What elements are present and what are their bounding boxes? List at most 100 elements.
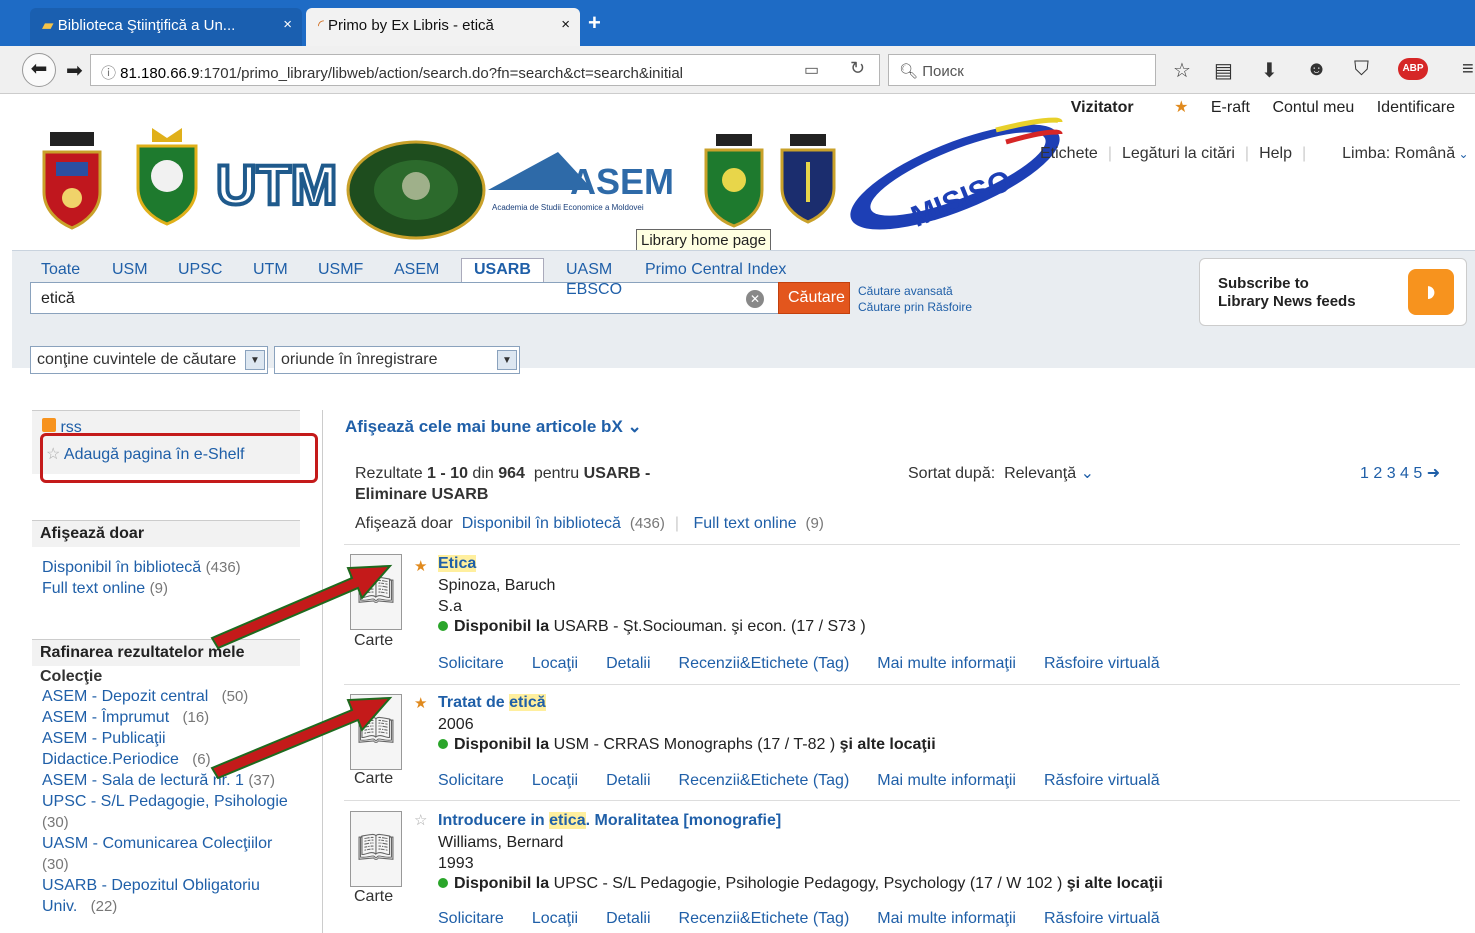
pocket-icon[interactable]: ⛉: [1354, 58, 1369, 81]
facet-item[interactable]: USARB - Depozitul Obligatoriu Univ. (22): [32, 875, 300, 917]
tab-request[interactable]: Solicitare: [438, 910, 504, 927]
chat-icon[interactable]: ☻: [1306, 58, 1327, 81]
result-title[interactable]: Tratat de etică: [438, 694, 546, 712]
help-link[interactable]: Help: [1259, 145, 1292, 162]
tab-reviews[interactable]: Recenzii&Etichete (Tag): [679, 910, 850, 927]
utm-logo[interactable]: UTM: [214, 150, 340, 218]
star-icon[interactable]: ★: [414, 694, 427, 712]
tab-details[interactable]: Detalii: [606, 910, 650, 927]
tab-upsc[interactable]: UPSC: [178, 261, 222, 279]
tab-reviews[interactable]: Recenzii&Etichete (Tag): [679, 772, 850, 789]
bookmark-star-icon[interactable]: ☆: [1173, 58, 1191, 83]
tab-locations[interactable]: Locaţii: [532, 910, 578, 927]
tab-virtual-browse[interactable]: Răsfoire virtuală: [1044, 655, 1160, 672]
new-tab-button[interactable]: +: [588, 10, 601, 36]
tab-locations[interactable]: Locaţii: [532, 772, 578, 789]
sign-in-link[interactable]: Identificare: [1377, 99, 1455, 116]
citations-link[interactable]: Legături la citări: [1122, 145, 1235, 162]
tab-virtual-browse[interactable]: Răsfoire virtuală: [1044, 910, 1160, 927]
tab-close-icon[interactable]: ×: [283, 16, 292, 33]
availability[interactable]: Disponibil la UPSC - S/L Pedagogie, Psih…: [438, 875, 1163, 893]
result-type: Carte: [354, 888, 394, 905]
tab-locations[interactable]: Locaţii: [532, 655, 578, 672]
tab-usm[interactable]: USM: [112, 261, 148, 279]
tab-utm[interactable]: UTM: [253, 261, 288, 279]
usarb-logo[interactable]: [346, 140, 486, 240]
star-icon[interactable]: ★: [414, 557, 427, 575]
search-mode-select[interactable]: conţine cuvintele de căutare ▼: [30, 346, 268, 374]
misiso-logo[interactable]: MISISO: [846, 112, 1064, 242]
library-news-feed[interactable]: Subscribe to Library News feeds ◗: [1199, 258, 1467, 326]
facet-item[interactable]: UASM - Comunicarea Colecţiilor (30): [32, 833, 300, 875]
availability[interactable]: Disponibil la USM - CRRAS Monographs (17…: [438, 736, 936, 754]
tab-usmf[interactable]: USMF: [318, 261, 363, 279]
tab-request[interactable]: Solicitare: [438, 772, 504, 789]
back-button[interactable]: ⬅: [22, 53, 56, 87]
remove-scope-link[interactable]: Eliminare USARB: [355, 484, 650, 505]
usm-crest-logo[interactable]: [36, 130, 108, 230]
result-title[interactable]: Introducere in etica. Moralitatea [monog…: [438, 812, 781, 830]
rss-icon: ◗: [1408, 269, 1454, 315]
facet-item[interactable]: UPSC - S/L Pedagogie, Psihologie (30): [32, 791, 300, 833]
tags-link[interactable]: Etichete: [1040, 145, 1098, 162]
bookmarks-list-icon[interactable]: ▤: [1214, 58, 1233, 83]
book-thumbnail-icon[interactable]: 📖︎: [350, 811, 402, 887]
search-button[interactable]: Căutare: [778, 282, 850, 314]
download-icon[interactable]: ⬇: [1261, 58, 1278, 83]
bx-articles-toggle[interactable]: Afişează cele mai bune articole bX ⌄: [345, 417, 642, 437]
tab-toate[interactable]: Toate: [41, 261, 80, 279]
tab-details[interactable]: Detalii: [606, 772, 650, 789]
sort-control[interactable]: Sortat după: Relevanţă ⌄: [908, 463, 1094, 483]
tab-more-info[interactable]: Mai multe informaţii: [877, 655, 1016, 672]
tab-usarb[interactable]: USARB: [461, 258, 544, 282]
tab-more-info[interactable]: Mai multe informaţii: [877, 910, 1016, 927]
chevron-down-icon: ▼: [245, 350, 265, 370]
tab-uasm[interactable]: UASM: [566, 261, 612, 279]
tab-reviews[interactable]: Recenzii&Etichete (Tag): [679, 655, 850, 672]
tab-primo-central[interactable]: Primo Central Index: [645, 261, 786, 279]
tab-ebsco[interactable]: EBSCO: [566, 281, 622, 299]
availability[interactable]: Disponibil la USARB - Şt.Sociouman. şi e…: [438, 618, 866, 636]
eshelf-link[interactable]: ★ E-raft: [1156, 99, 1250, 116]
search-placeholder: Поиск: [922, 63, 964, 80]
filter-fulltext-top[interactable]: Full text online: [693, 515, 796, 532]
rss-icon: [42, 418, 56, 432]
uasm-crest-logo[interactable]: [704, 132, 764, 228]
language-select[interactable]: Română ⌄: [1395, 145, 1469, 162]
clear-search-icon[interactable]: ✕: [746, 290, 764, 308]
advanced-search-link[interactable]: Căutare avansată: [858, 283, 972, 299]
result-title[interactable]: Etica: [438, 555, 477, 573]
search-field-select[interactable]: oriunde în înregistrare ▼: [274, 346, 520, 374]
tab-details[interactable]: Detalii: [606, 655, 650, 672]
filter-available-top[interactable]: Disponibil în bibliotecă: [462, 515, 621, 532]
browse-search-link[interactable]: Căutare prin Răsfoire: [858, 299, 972, 315]
address-bar[interactable]: ⓘ 81.180.66.9:1701/primo_library/libweb/…: [90, 54, 880, 86]
menu-icon[interactable]: ≡: [1462, 58, 1474, 81]
result-author: Spinoza, Baruch: [438, 577, 556, 594]
upsc-crest-logo[interactable]: [134, 126, 200, 226]
adblock-icon[interactable]: ABP: [1398, 58, 1428, 80]
tab-close-icon[interactable]: ×: [561, 16, 570, 33]
search-input[interactable]: etică: [30, 282, 850, 314]
pagination[interactable]: 1 2 3 4 5 ➜: [1360, 463, 1440, 483]
forward-button[interactable]: ➡: [66, 58, 83, 83]
tab-request[interactable]: Solicitare: [438, 655, 504, 672]
browser-tab-library[interactable]: ▰ Biblioteca Ştiinţifică a Un... ×: [30, 8, 302, 46]
show-only-bar: Afişează doar Disponibil în bibliotecă (…: [355, 515, 824, 532]
star-icon: ★: [1174, 99, 1193, 116]
tooltip: Library home page: [636, 229, 772, 252]
next-arrow-icon: ➜: [1426, 465, 1441, 482]
tab-more-info[interactable]: Mai multe informaţii: [877, 772, 1016, 789]
browser-tab-primo[interactable]: ◜ Primo by Ex Libris - etică ×: [306, 8, 580, 46]
reader-view-icon[interactable]: ▭: [804, 60, 819, 80]
tab-virtual-browse[interactable]: Răsfoire virtuală: [1044, 772, 1160, 789]
my-account-link[interactable]: Contul meu: [1272, 99, 1354, 116]
result-row: 📖︎ Carte ★ Tratat de etică 2006 Disponib…: [344, 684, 1460, 800]
tab-asem[interactable]: ASEM: [394, 261, 439, 279]
star-outline-icon[interactable]: ☆: [414, 811, 427, 829]
show-only-heading: Afişează doar: [32, 520, 300, 547]
reload-icon[interactable]: ↻: [850, 58, 865, 79]
usmf-crest-logo[interactable]: [780, 132, 836, 224]
asem-logo[interactable]: ASEM Academia de Studii Economice a Moldo…: [488, 150, 698, 216]
browser-search-input[interactable]: 🔍︎ Поиск: [888, 54, 1156, 86]
